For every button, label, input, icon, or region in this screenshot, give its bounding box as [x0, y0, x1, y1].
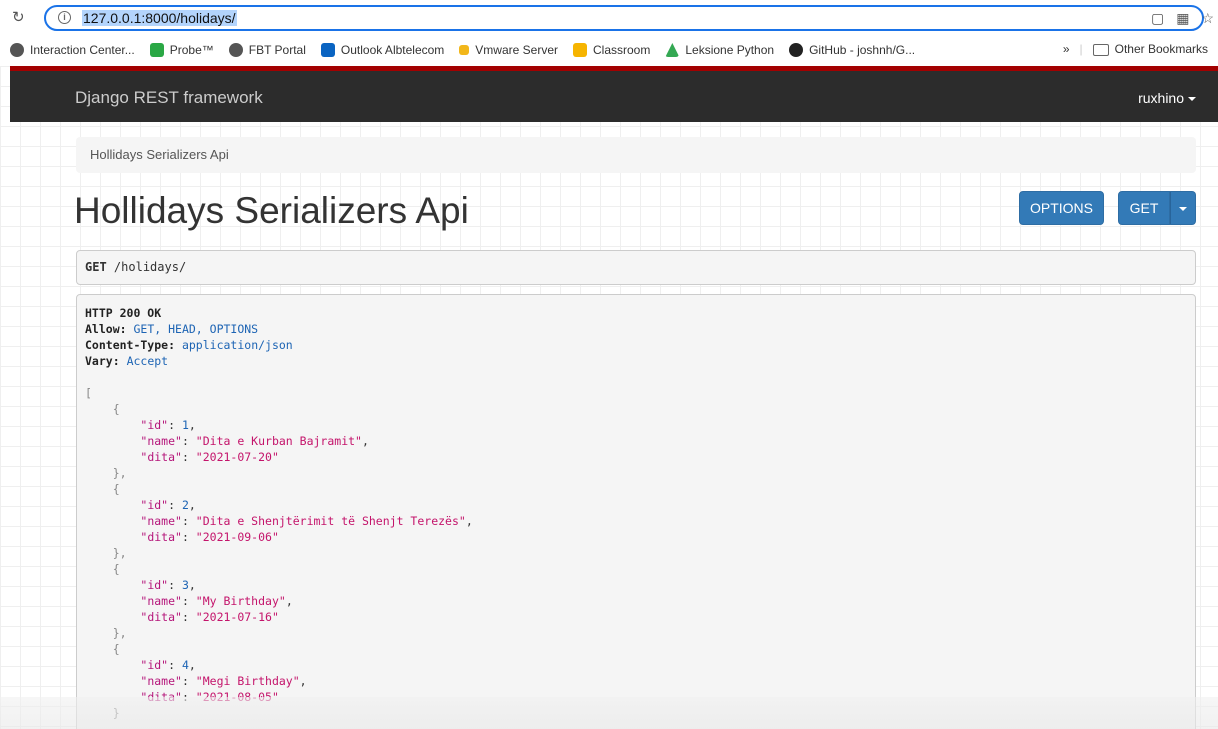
bookmarks-bar: Interaction Center... Probe™ FBT Portal … [0, 36, 1218, 64]
bookmark-label: Vmware Server [475, 43, 558, 57]
bookmark-label: Interaction Center... [30, 43, 135, 57]
bookmark-label: Probe™ [169, 43, 214, 57]
qr-code-icon[interactable]: ▦ [1176, 10, 1189, 27]
probe-icon [149, 43, 164, 57]
tab-search-icon[interactable]: ▢ [1151, 10, 1164, 27]
github-icon [789, 43, 804, 57]
bookmark-label: Classroom [592, 43, 651, 57]
item-id: 3 [181, 578, 189, 592]
toolbar-actions: ▢ ▦ ☆ [1151, 10, 1214, 27]
header-name: Content-Type: [85, 338, 176, 352]
bookmark-item[interactable]: Outlook Albtelecom [320, 43, 445, 57]
header-value: application/json [181, 338, 293, 352]
item-id: 1 [181, 418, 189, 432]
request-method: GET [85, 260, 107, 274]
bookmark-label: Leksione Python [685, 43, 775, 57]
item-id: 4 [181, 658, 189, 672]
google-drive-icon [665, 43, 680, 57]
bookmark-label: Outlook Albtelecom [340, 43, 445, 57]
header-value: Accept [126, 354, 169, 368]
divider: | [1079, 42, 1083, 56]
folder-icon [1092, 43, 1109, 56]
item-date: "2021-07-16" [195, 610, 279, 624]
more-bookmarks-button[interactable]: » [1063, 42, 1070, 56]
get-button[interactable]: GET [1118, 191, 1170, 225]
response-status: HTTP 200 OK [85, 306, 162, 320]
other-bookmarks-button[interactable]: Other Bookmarks [1092, 42, 1208, 56]
bookmark-item[interactable]: Probe™ [149, 43, 214, 57]
outlook-icon [320, 43, 335, 57]
header-name: Allow: [85, 322, 127, 336]
header-value: GET, HEAD, OPTIONS [133, 322, 259, 336]
other-bookmarks-label: Other Bookmarks [1114, 42, 1208, 56]
request-info: GET /holidays/ [76, 250, 1196, 285]
user-menu[interactable]: ruxhino [1138, 90, 1196, 106]
options-button[interactable]: OPTIONS [1019, 191, 1104, 225]
site-info-icon[interactable]: i [58, 11, 71, 24]
item-date: "2021-09-06" [195, 530, 279, 544]
bookmark-item[interactable]: Interaction Center... [10, 43, 135, 57]
bookmark-item[interactable]: Vmware Server [459, 43, 558, 57]
bottom-fade [0, 697, 1218, 729]
breadcrumb: Hollidays Serializers Api [76, 137, 1196, 173]
page-title: Hollidays Serializers Api [74, 190, 469, 231]
item-name: "Dita e Kurban Bajramit" [195, 434, 362, 448]
bookmarks-right: » | Other Bookmarks [1063, 42, 1208, 56]
response-info: HTTP 200 OK Allow: GET, HEAD, OPTIONS Co… [76, 294, 1196, 729]
vmware-icon [459, 45, 470, 55]
user-name: ruxhino [1138, 90, 1184, 106]
item-name: "Megi Birthday" [195, 674, 300, 688]
globe-icon [228, 43, 243, 57]
item-name: "Dita e Shenjtërimit të Shenjt Terezës" [195, 514, 466, 528]
caret-down-icon [1188, 97, 1196, 102]
item-name: "My Birthday" [195, 594, 286, 608]
bookmark-item[interactable]: Classroom [572, 43, 651, 57]
navbar: Django REST framework ruxhino [10, 66, 1218, 122]
url-text[interactable]: 127.0.0.1:8000/holidays/ [82, 10, 237, 26]
address-bar[interactable]: i 127.0.0.1:8000/holidays/ [44, 5, 1204, 31]
reload-icon[interactable]: ↻ [12, 8, 25, 26]
browser-toolbar: ↻ i 127.0.0.1:8000/holidays/ ▢ ▦ ☆ [0, 4, 1218, 32]
caret-down-icon [1179, 207, 1187, 212]
breadcrumb-item[interactable]: Hollidays Serializers Api [90, 147, 229, 162]
bookmark-item[interactable]: GitHub - joshnh/G... [789, 43, 915, 57]
drf-page: Django REST framework ruxhino Hollidays … [0, 66, 1218, 729]
globe-icon [10, 43, 24, 57]
item-date: "2021-07-20" [195, 450, 279, 464]
classroom-icon [572, 43, 587, 57]
item-id: 2 [181, 498, 189, 512]
navbar-brand[interactable]: Django REST framework [75, 88, 263, 108]
bookmark-item[interactable]: Leksione Python [665, 43, 774, 57]
bookmark-star-icon[interactable]: ☆ [1201, 10, 1214, 27]
header-name: Vary: [85, 354, 120, 368]
bookmark-label: GitHub - joshnh/G... [809, 43, 916, 57]
get-format-dropdown[interactable] [1170, 191, 1196, 225]
request-path: /holidays/ [113, 260, 187, 274]
bookmark-label: FBT Portal [248, 43, 306, 57]
bookmark-item[interactable]: FBT Portal [228, 43, 306, 57]
